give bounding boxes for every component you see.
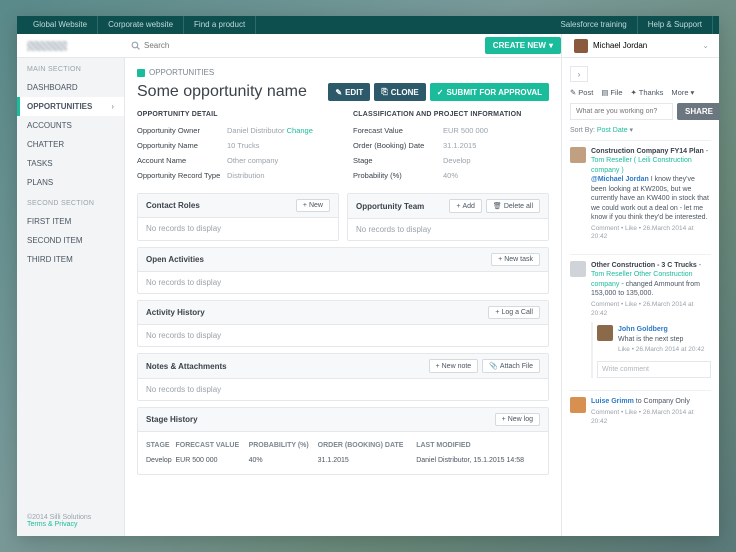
- add-team-button[interactable]: +Add: [449, 199, 482, 213]
- new-task-button[interactable]: +New task: [491, 253, 540, 266]
- top-nav: Global Website Corporate website Find a …: [17, 16, 719, 34]
- new-contact-button[interactable]: +New: [296, 199, 330, 212]
- header: CREATE NEW ▾ Michael Jordan ⌄: [17, 34, 719, 58]
- topnav-global[interactable]: Global Website: [23, 16, 98, 34]
- file-icon: ▤: [601, 88, 608, 97]
- section-title-detail: OPPORTUNITY DETAIL: [137, 111, 333, 123]
- user-link[interactable]: John Goldberg: [618, 326, 668, 333]
- tab-more[interactable]: More ▾: [671, 88, 694, 97]
- chevron-down-icon: ⌄: [702, 41, 709, 50]
- section-title-classification: CLASSIFICATION AND PROJECT INFORMATION: [353, 111, 549, 123]
- topnav-help[interactable]: Help & Support: [638, 16, 713, 34]
- user-name: Michael Jordan: [593, 41, 647, 50]
- sidebar-item-accounts[interactable]: ACCOUNTS: [17, 116, 124, 135]
- plus-icon: +: [502, 416, 506, 423]
- search-icon: [131, 41, 140, 50]
- edit-button[interactable]: ✎EDIT: [328, 83, 370, 101]
- delete-all-button[interactable]: 🗑Delete all: [486, 199, 540, 213]
- pencil-icon: ✎: [570, 88, 576, 97]
- plus-icon: +: [436, 363, 440, 370]
- sidebar-item-second[interactable]: SECOND ITEM: [17, 231, 124, 250]
- panel-open-activities: Open Activities +New task No records to …: [137, 247, 549, 294]
- topnav-training[interactable]: Salesforce training: [550, 16, 637, 34]
- sidebar-section-head: MAIN SECTION: [17, 58, 124, 78]
- clone-icon: ⎘: [381, 87, 387, 97]
- feed-item: Construction Company FY14 Plan - Tom Res…: [570, 140, 711, 248]
- new-log-button[interactable]: +New log: [495, 413, 540, 426]
- avatar: [574, 39, 588, 53]
- check-icon: ✓: [437, 88, 444, 97]
- share-button[interactable]: SHARE: [677, 103, 719, 120]
- topnav-corporate[interactable]: Corporate website: [98, 16, 184, 34]
- plus-icon: +: [303, 202, 307, 209]
- feed-item: Luise Grimm to Company Only Comment • Li…: [570, 390, 711, 432]
- sidebar-item-opportunities[interactable]: OPPORTUNITIES›: [17, 97, 124, 116]
- log-call-button[interactable]: +Log a Call: [488, 306, 540, 319]
- badge-icon: ✦: [631, 88, 637, 97]
- panel-stage-history: Stage History +New log STAGE FORECAST VA…: [137, 407, 549, 475]
- mention-link[interactable]: @Michael Jordan: [591, 176, 649, 183]
- sort-by[interactable]: Sort By: Post Date ▾: [570, 126, 711, 134]
- user-link[interactable]: Luise Grimm: [591, 398, 634, 405]
- page-title: Some opportunity name: [137, 83, 307, 101]
- panel-notes: Notes & Attachments +New note 📎Attach Fi…: [137, 353, 549, 401]
- search-input[interactable]: [144, 41, 485, 50]
- sidebar-item-chatter[interactable]: CHATTER: [17, 135, 124, 154]
- panel-opportunity-team: Opportunity Team +Add 🗑Delete all No rec…: [347, 193, 549, 241]
- trash-icon: 🗑: [493, 202, 502, 210]
- logo: [17, 41, 125, 51]
- feed-item: Other Construction - 3 C Trucks - Tom Re…: [570, 254, 711, 384]
- sidebar-item-plans[interactable]: PLANS: [17, 173, 124, 192]
- sidebar-item-tasks[interactable]: TASKS: [17, 154, 124, 173]
- feed-meta[interactable]: Comment • Like • 26.March 2014 at 20:42: [591, 301, 711, 319]
- sidebar-section-head: SECOND SECTION: [17, 192, 124, 212]
- tab-post[interactable]: ✎Post: [570, 88, 593, 97]
- user-menu[interactable]: Michael Jordan ⌄: [561, 34, 719, 57]
- app-window: Global Website Corporate website Find a …: [17, 16, 719, 536]
- feed-expand-button[interactable]: ›: [570, 66, 588, 82]
- feed-panel: › ✎Post ▤File ✦Thanks More ▾ SHARE Sort …: [561, 58, 719, 536]
- sidebar-footer: ©2014 Silli Solutions Terms & Privacy: [17, 506, 124, 536]
- main-content: OPPORTUNITIES Some opportunity name ✎EDI…: [125, 58, 561, 536]
- feed-meta[interactable]: Like • 26.March 2014 at 20:42: [618, 346, 704, 355]
- plus-icon: +: [498, 256, 502, 263]
- write-comment-input[interactable]: Write comment: [597, 361, 711, 378]
- sidebar-item-dashboard[interactable]: DASHBOARD: [17, 78, 124, 97]
- tab-file[interactable]: ▤File: [601, 88, 622, 97]
- create-new-button[interactable]: CREATE NEW ▾: [485, 37, 561, 54]
- clone-button[interactable]: ⎘CLONE: [374, 83, 425, 101]
- breadcrumb-icon: [137, 69, 145, 77]
- avatar: [570, 261, 586, 277]
- plus-icon: +: [456, 203, 460, 210]
- sidebar-item-third[interactable]: THIRD ITEM: [17, 250, 124, 269]
- terms-link[interactable]: Terms & Privacy: [27, 521, 78, 528]
- new-note-button[interactable]: +New note: [429, 359, 479, 373]
- breadcrumb: OPPORTUNITIES: [137, 68, 549, 77]
- topnav-product[interactable]: Find a product: [184, 16, 256, 34]
- avatar: [570, 397, 586, 413]
- sidebar: MAIN SECTION DASHBOARD OPPORTUNITIES› AC…: [17, 58, 125, 536]
- table-row: Develop EUR 500 000 40% 31.1.2015 Daniel…: [146, 453, 540, 468]
- tab-thanks[interactable]: ✦Thanks: [631, 88, 664, 97]
- submit-button[interactable]: ✓SUBMIT FOR APPROVAL: [430, 83, 549, 101]
- feed-meta[interactable]: Comment • Like • 26.March 2014 at 20:42: [591, 409, 711, 427]
- panel-contact-roles: Contact Roles +New No records to display: [137, 193, 339, 241]
- chevron-down-icon: ▾: [549, 41, 553, 50]
- chevron-right-icon: ›: [111, 102, 114, 111]
- panel-activity-history: Activity History +Log a Call No records …: [137, 300, 549, 347]
- avatar: [570, 147, 586, 163]
- paperclip-icon: 📎: [489, 362, 498, 370]
- change-owner-link[interactable]: Change: [287, 126, 313, 135]
- share-input[interactable]: [570, 103, 673, 120]
- sidebar-item-first[interactable]: FIRST ITEM: [17, 212, 124, 231]
- plus-icon: +: [495, 309, 499, 316]
- attach-file-button[interactable]: 📎Attach File: [482, 359, 540, 373]
- pencil-icon: ✎: [335, 88, 342, 97]
- stage-history-table: STAGE FORECAST VALUE PROBABILITY (%) ORD…: [146, 438, 540, 468]
- avatar: [597, 325, 613, 341]
- feed-meta[interactable]: Comment • Like • 26.March 2014 at 20:42: [591, 225, 711, 243]
